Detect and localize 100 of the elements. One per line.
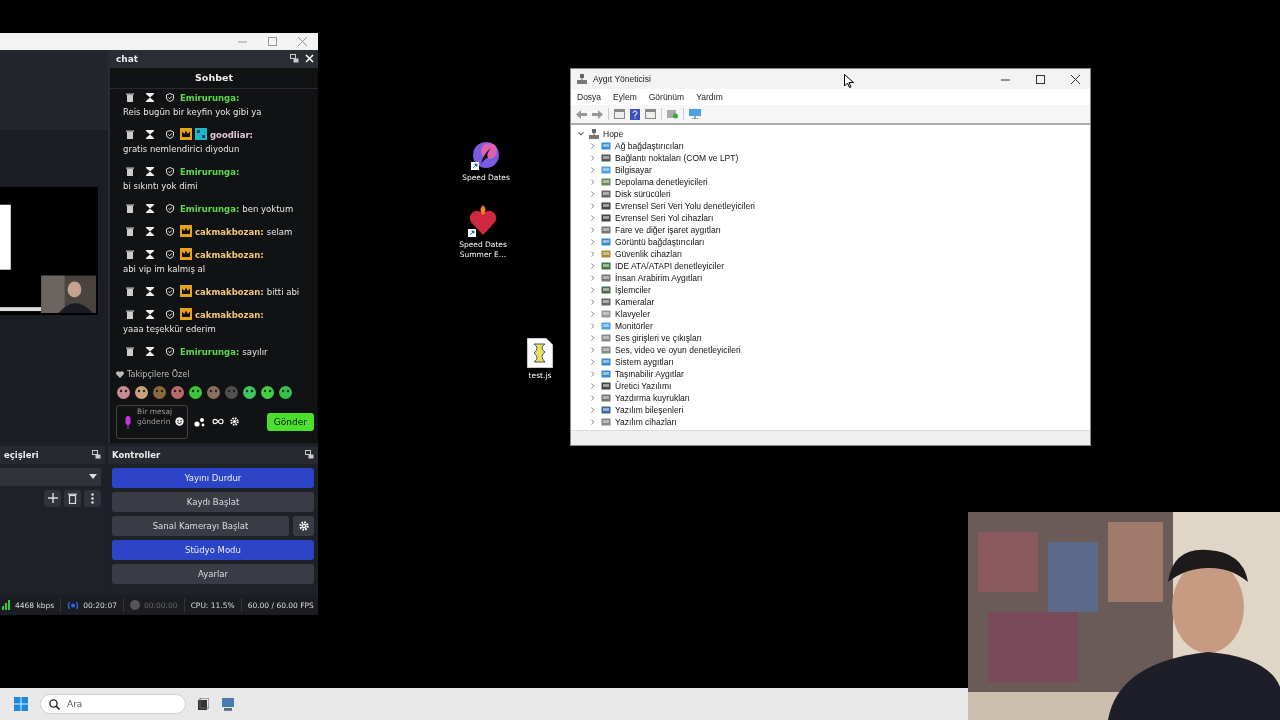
shield-icon[interactable] [166, 226, 174, 236]
expand-icon[interactable] [589, 154, 597, 162]
expand-icon[interactable] [589, 310, 597, 318]
expand-icon[interactable] [589, 298, 597, 306]
hourglass-icon[interactable] [146, 203, 154, 213]
shield-icon[interactable] [166, 203, 174, 213]
hourglass-icon[interactable] [146, 249, 154, 259]
control-button[interactable]: Ayarlar [112, 563, 314, 584]
app-taskbar-icon[interactable] [221, 697, 235, 711]
username[interactable]: Emirurunga: [180, 92, 240, 103]
search-field[interactable]: Ara [40, 694, 186, 714]
float-icon[interactable] [305, 450, 314, 460]
settings-button[interactable] [293, 515, 314, 536]
tree-item[interactable]: Kameralar [615, 297, 655, 307]
menu-item[interactable]: Dosya [577, 92, 602, 102]
panel-icon[interactable] [645, 109, 656, 119]
tree-item[interactable]: Disk sürücüleri [615, 189, 671, 199]
expand-icon[interactable] [589, 262, 597, 270]
maximize-icon[interactable] [1036, 74, 1045, 84]
float-icon[interactable] [290, 54, 299, 64]
hourglass-icon[interactable] [146, 92, 154, 102]
username[interactable]: goodliar: [210, 129, 253, 140]
tree-item[interactable]: Bilgisayar [615, 165, 652, 175]
expand-icon[interactable] [589, 166, 597, 174]
username[interactable]: cakmakbozan: [195, 226, 264, 237]
menu-item[interactable]: Eylem [613, 92, 637, 102]
start-icon[interactable] [14, 697, 28, 711]
expand-icon[interactable] [589, 370, 597, 378]
emote-icon[interactable] [116, 384, 131, 400]
emote-icon[interactable] [242, 384, 257, 400]
trash-icon[interactable] [126, 249, 134, 259]
expand-icon[interactable] [589, 238, 597, 246]
emote-icon[interactable] [152, 384, 167, 400]
expand-icon[interactable] [589, 274, 597, 282]
tree-item[interactable]: İnsan Arabirim Aygıtları [615, 273, 703, 283]
tree-item[interactable]: Evrensel Seri Yol cihazları [615, 213, 714, 223]
shield-icon[interactable] [166, 249, 174, 259]
heart-app-icon[interactable] [468, 205, 498, 237]
send-button[interactable]: Gönder [266, 412, 314, 431]
properties-icon[interactable] [614, 109, 625, 119]
expand-icon[interactable] [589, 406, 597, 414]
tree-item[interactable]: Depolama denetleyicileri [615, 177, 708, 187]
expand-icon[interactable] [589, 346, 597, 354]
tree-item[interactable]: Hope [603, 129, 624, 139]
shield-icon[interactable] [166, 166, 174, 176]
control-button[interactable]: Sanal Kamerayı Başlat [112, 515, 289, 536]
shield-icon[interactable] [166, 129, 174, 139]
expand-icon[interactable] [589, 226, 597, 234]
tree-item[interactable]: Ses, video ve oyun denetleyicileri [615, 345, 741, 355]
tree-item[interactable]: Evrensel Seri Veri Yolu denetleyicileri [615, 201, 755, 211]
trash-icon[interactable] [126, 309, 134, 319]
back-icon[interactable] [576, 109, 587, 119]
expand-icon[interactable] [589, 250, 597, 258]
tree-item[interactable]: Ses girişleri ve çıkışları [615, 333, 702, 343]
expand-icon[interactable] [589, 178, 597, 186]
more-button[interactable] [84, 489, 101, 507]
control-button[interactable]: Yayını Durdur [112, 467, 314, 488]
expand-icon[interactable] [589, 190, 597, 198]
tree-item[interactable]: Yazılım bileşenleri [615, 405, 684, 415]
username[interactable]: cakmakbozan: [195, 309, 264, 320]
trash-icon[interactable] [126, 92, 134, 102]
add-button[interactable] [44, 489, 61, 507]
tree-item[interactable]: Fare ve diğer işaret aygıtları [615, 225, 721, 235]
update-driver-icon[interactable] [667, 109, 678, 119]
expand-icon[interactable] [589, 334, 597, 342]
hourglass-icon[interactable] [146, 166, 154, 176]
trash-icon[interactable] [126, 346, 134, 356]
username[interactable]: Emirurunga: [180, 203, 240, 214]
monitor-icon[interactable] [689, 109, 701, 119]
emote-icon[interactable] [134, 384, 149, 400]
expand-icon[interactable] [589, 418, 597, 426]
emote-icon[interactable] [170, 384, 185, 400]
tree-item[interactable]: Üretici Yazılımı [615, 381, 672, 391]
hourglass-icon[interactable] [146, 226, 154, 236]
username[interactable]: Emirurunga: [180, 166, 240, 177]
infinity-icon[interactable] [212, 418, 224, 426]
help-icon[interactable] [630, 108, 640, 120]
tree-item[interactable]: Görüntü bağdaştırıcıları [615, 237, 705, 247]
hourglass-icon[interactable] [146, 346, 154, 356]
expand-icon[interactable] [589, 322, 597, 330]
trash-icon[interactable] [126, 129, 134, 139]
tree-item[interactable]: Klavyeler [615, 309, 650, 319]
forward-icon[interactable] [592, 109, 603, 119]
tree-item[interactable]: Yazdırma kuyrukları [615, 393, 690, 403]
float-icon[interactable] [92, 450, 101, 460]
tree-item[interactable]: Taşınabilir Aygıtlar [615, 369, 684, 379]
tree-item[interactable]: IDE ATA/ATAPI denetleyiciler [615, 261, 724, 271]
trash-icon[interactable] [126, 203, 134, 213]
points-icon[interactable] [194, 416, 206, 427]
hourglass-icon[interactable] [146, 309, 154, 319]
emote-icon[interactable] [188, 384, 203, 400]
script-file-icon[interactable] [527, 338, 553, 368]
emoji-icon[interactable] [175, 416, 184, 426]
tree-item[interactable]: Yazılım cihazları [615, 417, 677, 427]
expand-icon[interactable] [589, 394, 597, 402]
emote-icon[interactable] [206, 384, 221, 400]
menu-item[interactable]: Yardım [696, 92, 723, 102]
tree-item[interactable]: Güvenlik cihazları [615, 249, 683, 259]
tree-item[interactable]: Monitörler [615, 321, 653, 331]
shield-icon[interactable] [166, 346, 174, 356]
